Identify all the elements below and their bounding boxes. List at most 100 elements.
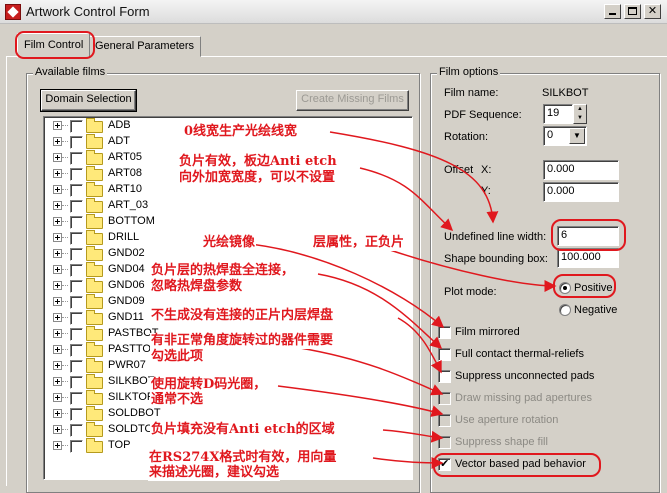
film-checkbox[interactable] [70, 344, 83, 357]
film-name: ART05 [108, 151, 143, 163]
spin-down-icon[interactable]: ▼ [574, 114, 586, 123]
shape-bounding-box-label: Shape bounding box: [444, 253, 548, 265]
film-mirrored-checkbox[interactable] [438, 326, 451, 339]
expand-plus-icon[interactable] [53, 297, 62, 306]
film-list-item[interactable]: ADB [48, 118, 178, 134]
film-checkbox[interactable] [70, 120, 83, 133]
film-checkbox[interactable] [70, 280, 83, 293]
film-list-item[interactable]: ART_03 [48, 198, 178, 214]
film-list-item[interactable]: BOTTOM [48, 214, 178, 230]
film-list-item[interactable]: GND02 [48, 246, 178, 262]
folder-icon [86, 278, 103, 293]
annotation-layer-polarity: 层属性，正负片 [312, 235, 406, 251]
expand-plus-icon[interactable] [53, 217, 62, 226]
tree-line [62, 205, 68, 206]
pdf-sequence-label: PDF Sequence: [444, 109, 522, 121]
film-checkbox[interactable] [70, 264, 83, 277]
offset-x-input[interactable]: 0.000 [543, 160, 619, 180]
expand-plus-icon[interactable] [53, 185, 62, 194]
film-list-item[interactable]: ART10 [48, 182, 178, 198]
use-aperture-rotation-checkbox[interactable] [438, 414, 451, 427]
film-checkbox[interactable] [70, 136, 83, 149]
film-list-item[interactable]: DRILL [48, 230, 178, 246]
minimize-icon [609, 13, 616, 15]
tab-highlight-ring [15, 31, 95, 59]
expand-plus-icon[interactable] [53, 377, 62, 386]
film-checkbox[interactable] [70, 440, 83, 453]
film-name: GND04 [108, 263, 145, 275]
folder-icon [86, 230, 103, 245]
film-checkbox[interactable] [70, 152, 83, 165]
tree-line [62, 445, 68, 446]
film-checkbox[interactable] [70, 328, 83, 341]
expand-plus-icon[interactable] [53, 313, 62, 322]
film-checkbox[interactable] [70, 408, 83, 421]
expand-plus-icon[interactable] [53, 393, 62, 402]
expand-plus-icon[interactable] [53, 137, 62, 146]
film-list-item[interactable]: ART05 [48, 150, 178, 166]
expand-plus-icon[interactable] [53, 361, 62, 370]
close-button[interactable]: ✕ [644, 4, 661, 19]
film-mirrored-label: Film mirrored [455, 326, 520, 338]
spin-up-icon[interactable]: ▲ [574, 105, 586, 114]
create-missing-films-button[interactable]: Create Missing Films [296, 90, 409, 111]
shape-bounding-box-input[interactable]: 100.000 [557, 248, 619, 268]
expand-plus-icon[interactable] [53, 169, 62, 178]
film-list-item[interactable]: SOLDBOT [48, 406, 178, 422]
expand-plus-icon[interactable] [53, 345, 62, 354]
film-checkbox[interactable] [70, 216, 83, 229]
film-checkbox[interactable] [70, 360, 83, 373]
minimize-button[interactable] [604, 4, 621, 19]
pdf-sequence-input[interactable]: 19 [543, 104, 573, 124]
suppress-shape-fill-checkbox[interactable] [438, 436, 451, 449]
maximize-button[interactable] [624, 4, 641, 19]
annotation-thermal-1: 负片层的热焊盘全连接， [150, 263, 296, 279]
film-checkbox[interactable] [70, 248, 83, 261]
film-checkbox[interactable] [70, 312, 83, 325]
rotation-label: Rotation: [444, 131, 489, 143]
film-checkbox[interactable] [70, 168, 83, 181]
folder-icon [86, 262, 103, 277]
film-checkbox[interactable] [70, 200, 83, 213]
annotation-vector-2: 来描述光圈，建议勾选 [148, 465, 281, 481]
folder-icon [86, 166, 103, 181]
film-checkbox[interactable] [70, 184, 83, 197]
film-checkbox[interactable] [70, 392, 83, 405]
folder-icon [86, 182, 103, 197]
expand-plus-icon[interactable] [53, 201, 62, 210]
film-list-item[interactable]: ART08 [48, 166, 178, 182]
pdf-sequence-spinner[interactable]: ▲ ▼ [573, 104, 587, 124]
film-list-item[interactable]: ADT [48, 134, 178, 150]
expand-plus-icon[interactable] [53, 409, 62, 418]
tab-general-parameters[interactable]: General Parameters [88, 36, 202, 57]
expand-plus-icon[interactable] [53, 425, 62, 434]
suppress-unconnected-checkbox[interactable] [438, 370, 451, 383]
expand-plus-icon[interactable] [53, 121, 62, 130]
draw-missing-checkbox[interactable] [438, 392, 451, 405]
chevron-down-icon[interactable]: ▼ [569, 128, 585, 144]
full-contact-checkbox[interactable] [438, 348, 451, 361]
folder-icon [86, 406, 103, 421]
film-checkbox[interactable] [70, 296, 83, 309]
offset-y-input[interactable]: 0.000 [543, 182, 619, 202]
annotation-mirror: 光绘镜像 [202, 235, 257, 251]
expand-plus-icon[interactable] [53, 265, 62, 274]
expand-plus-icon[interactable] [53, 233, 62, 242]
film-checkbox[interactable] [70, 376, 83, 389]
negative-radio[interactable] [559, 304, 571, 316]
domain-selection-button[interactable]: Domain Selection [40, 89, 137, 112]
expand-plus-icon[interactable] [53, 153, 62, 162]
film-checkbox[interactable] [70, 424, 83, 437]
annotation-aperture-1: 使用旋转D码光圈， [150, 377, 268, 393]
film-checkbox[interactable] [70, 232, 83, 245]
expand-plus-icon[interactable] [53, 441, 62, 450]
app-icon [5, 4, 21, 20]
folder-icon [86, 118, 103, 133]
expand-plus-icon[interactable] [53, 281, 62, 290]
expand-plus-icon[interactable] [53, 249, 62, 258]
folder-icon [86, 422, 103, 437]
film-name: ART08 [108, 167, 143, 179]
expand-plus-icon[interactable] [53, 329, 62, 338]
film-name: SOLDBOT [108, 407, 161, 419]
tree-line [62, 141, 68, 142]
